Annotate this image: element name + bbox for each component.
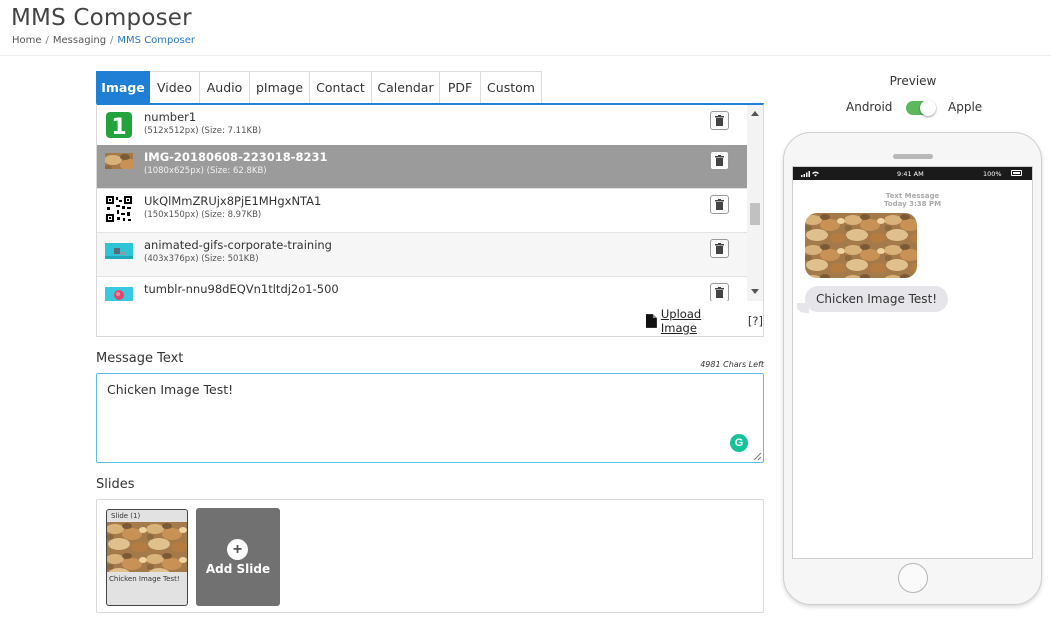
page-header: MMS Composer Home / Messaging / MMS Composer [0,0,1051,56]
signal-wifi-icon [801,171,819,177]
media-item-name: number1 [144,110,197,124]
svg-text:1: 1 [111,115,126,139]
tumblr-gif-thumb-icon [105,287,133,301]
media-library-panel: 1 number1 (512x512px) (Size: 7.11KB) IMG… [96,103,764,337]
scroll-down-arrow-icon[interactable] [751,289,759,294]
animated-gif-thumb-icon [105,243,133,259]
upload-image-link[interactable]: Upload Image [661,307,740,335]
trash-icon [715,199,724,210]
trash-icon [715,287,724,298]
qr-code-image-icon [105,195,133,223]
media-type-tabs: Image Video Audio pImage Contact Calenda… [96,71,542,104]
delete-media-button[interactable] [710,195,729,214]
add-slide-label: Add Slide [205,562,271,576]
message-text-input[interactable]: Chicken Image Test! [96,373,764,463]
slide-title: Slide (1) [111,512,141,520]
status-time: 9:41 AM [897,170,924,178]
breadcrumb-separator: / [110,35,114,46]
scroll-up-arrow-icon[interactable] [751,111,759,116]
status-battery-text: 100% [983,170,1002,178]
breadcrumb: Home / Messaging / MMS Composer [12,35,195,46]
trash-icon [715,243,724,254]
phone-screen: 9:41 AM 100% Text Message Today 3:38 PM … [792,166,1033,559]
media-item-name: animated-gifs-corporate-training [144,238,332,252]
resize-grip-icon[interactable] [753,452,762,461]
grammarly-icon[interactable]: G [730,434,748,452]
delete-media-button[interactable] [710,151,729,170]
phone-preview: 9:41 AM 100% Text Message Today 3:38 PM … [783,132,1042,605]
tab-calendar[interactable]: Calendar [372,71,440,104]
battery-icon [1011,170,1022,176]
phone-status-bar: 9:41 AM 100% [793,167,1032,180]
breadcrumb-current[interactable]: MMS Composer [117,35,195,46]
breadcrumb-messaging[interactable]: Messaging [53,35,106,46]
media-item[interactable]: UkQlMmZRUjx8PjE1MHgxNTA1 (150x150px) (Si… [97,189,747,233]
trash-icon [715,115,724,126]
media-item-meta: (403x376px) (Size: 501KB) [144,254,259,264]
media-list[interactable]: 1 number1 (512x512px) (Size: 7.11KB) IMG… [97,105,747,301]
tab-pimage[interactable]: pImage [250,71,310,104]
media-item[interactable]: tumblr-nnu98dEQVn1tltdj2o1-500 [97,277,747,301]
breadcrumb-home[interactable]: Home [12,35,42,46]
platform-toggle[interactable] [906,100,936,116]
media-item-name: IMG-20180608-223018-8231 [144,150,328,164]
tab-audio[interactable]: Audio [200,71,250,104]
trash-icon [715,155,724,166]
media-item-name: UkQlMmZRUjx8PjE1MHgxNTA1 [144,194,322,208]
slides-label: Slides [96,477,135,492]
delete-media-button[interactable] [710,239,729,258]
chicken-photo-icon [105,153,133,169]
number-one-image-icon: 1 [106,112,132,139]
slide-image-thumbnail [107,522,187,572]
scrollbar-thumb[interactable] [750,203,760,225]
tab-custom[interactable]: Custom [481,71,542,104]
phone-home-button [898,563,928,593]
message-header-time: Today 3:38 PM [883,200,942,208]
preview-image-bubble [805,213,917,278]
tab-pdf[interactable]: PDF [440,71,481,104]
tab-video[interactable]: Video [150,71,200,104]
chars-left-counter: 4981 Chars Left [700,360,764,369]
media-item-meta: (150x150px) (Size: 8.97KB) [144,210,262,220]
toggle-knob [920,100,936,116]
message-header-type: Text Message [885,192,940,200]
media-list-scrollbar[interactable] [747,105,763,301]
tab-image[interactable]: Image [96,71,150,104]
media-item-meta: (1080x625px) (Size: 62.8KB) [144,166,267,176]
delete-media-button[interactable] [710,111,729,130]
message-text-label: Message Text [96,351,184,366]
slides-panel: Slide (1) Chicken Image Test! + Add Slid… [96,499,764,613]
media-item[interactable]: IMG-20180608-223018-8231 (1080x625px) (S… [97,145,747,189]
android-label[interactable]: Android [846,100,892,114]
apple-label[interactable]: Apple [948,100,982,114]
phone-speaker [893,154,933,159]
media-item-meta: (512x512px) (Size: 7.11KB) [144,126,262,136]
media-item[interactable]: animated-gifs-corporate-training (403x37… [97,233,747,277]
slide-caption: Chicken Image Test! [109,575,180,583]
delete-media-button[interactable] [710,283,729,301]
tab-contact[interactable]: Contact [310,71,372,104]
media-item[interactable]: 1 number1 (512x512px) (Size: 7.11KB) [97,105,747,149]
slide-card[interactable]: Slide (1) Chicken Image Test! [106,509,188,606]
breadcrumb-separator: / [45,35,49,46]
upload-row: Upload Image [?] [646,307,763,335]
preview-text-bubble: Chicken Image Test! [805,286,949,312]
page-title: MMS Composer [11,5,192,31]
add-slide-button[interactable]: + Add Slide [196,508,280,606]
plus-icon: + [227,539,248,560]
upload-help-link[interactable]: [?] [748,314,763,328]
file-icon [646,314,657,328]
media-item-name: tumblr-nnu98dEQVn1tltdj2o1-500 [144,282,339,296]
message-header: Text Message Today 3:38 PM [793,192,1032,208]
preview-title: Preview [889,74,937,88]
